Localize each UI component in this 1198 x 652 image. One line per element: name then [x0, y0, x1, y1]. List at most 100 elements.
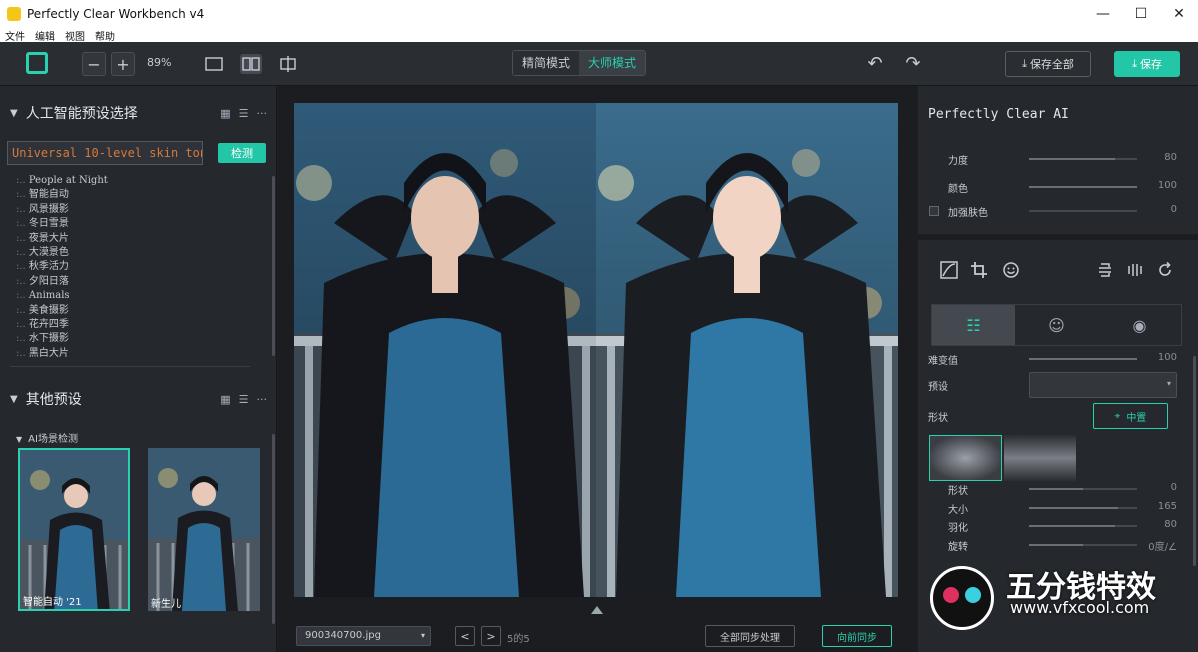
- radial-shape-option[interactable]: [929, 435, 1002, 481]
- crop-icon[interactable]: [970, 261, 988, 283]
- tab-portrait[interactable]: ☺: [1015, 305, 1098, 345]
- sync-forward-button[interactable]: 向前同步: [822, 625, 892, 647]
- other-preset-header[interactable]: ▼ 其他预设 ▦ ☰ ···: [0, 386, 277, 412]
- rotation-slider[interactable]: 旋转 0度/∠: [918, 538, 1198, 553]
- thumbnail-scrollbar[interactable]: [272, 434, 275, 624]
- after-image[interactable]: [596, 103, 898, 597]
- compare-view-icon[interactable]: [277, 54, 299, 74]
- minimize-button[interactable]: —: [1084, 0, 1122, 28]
- slider-track[interactable]: [1029, 488, 1137, 490]
- skin-tone-slider[interactable]: 加强肤色 0: [918, 204, 1198, 219]
- zoom-out-button[interactable]: −: [82, 52, 106, 76]
- tab-eye[interactable]: ◉: [1098, 305, 1181, 345]
- tree-item[interactable]: 花卉四季: [16, 318, 108, 332]
- menu-view[interactable]: 视图: [65, 28, 85, 43]
- rotate-icon[interactable]: [1156, 261, 1174, 283]
- preset-search-input[interactable]: Universal 10-level skin tone: [7, 141, 203, 165]
- single-view-icon[interactable]: [203, 54, 225, 74]
- detect-button[interactable]: 检测: [218, 143, 266, 163]
- preset-select[interactable]: [1029, 372, 1177, 398]
- tree-item[interactable]: 黑白大片: [16, 347, 108, 361]
- slider-track[interactable]: [1029, 358, 1137, 360]
- tree-item[interactable]: 大漠景色: [16, 246, 108, 260]
- split-view-icon[interactable]: [240, 54, 262, 74]
- color-slider[interactable]: 颜色 100: [918, 180, 1198, 195]
- slider-value: 0: [1170, 482, 1177, 493]
- size-slider[interactable]: 大小 165: [918, 501, 1198, 516]
- tree-item[interactable]: Animals: [16, 289, 108, 303]
- master-mode-tab[interactable]: 大师模式: [579, 51, 646, 75]
- strength-slider[interactable]: 力度 80: [918, 152, 1198, 167]
- expand-filmstrip-icon[interactable]: [591, 606, 603, 614]
- more-icon[interactable]: ···: [257, 393, 268, 406]
- before-image[interactable]: [294, 103, 596, 597]
- preset-thumbnail[interactable]: 新生儿: [148, 448, 260, 611]
- slider-track[interactable]: [1029, 525, 1137, 527]
- preset-tree: People at Night 智能自动 风景摄影 冬日雪景 夜景大片 大漠景色…: [16, 174, 108, 361]
- adjust-tabs: ☷ ☺ ◉: [931, 304, 1182, 346]
- list-view-icon[interactable]: ☰: [239, 107, 249, 120]
- redo-button[interactable]: ↷: [902, 52, 924, 74]
- slider-track[interactable]: [1029, 210, 1137, 212]
- flip-vertical-icon[interactable]: [1096, 261, 1114, 283]
- tree-item[interactable]: 冬日雪景: [16, 217, 108, 231]
- feather-slider[interactable]: 羽化 80: [918, 519, 1198, 534]
- zoom-in-button[interactable]: +: [111, 52, 135, 76]
- slider-label: 颜色: [948, 184, 968, 195]
- linear-shape-option[interactable]: [1004, 435, 1076, 481]
- grid-view-icon[interactable]: ▦: [220, 393, 230, 406]
- tree-item[interactable]: 秋季活力: [16, 260, 108, 274]
- maximize-button[interactable]: ☐: [1122, 0, 1160, 28]
- app-logo-icon: [26, 52, 48, 74]
- eye-icon: ◉: [1132, 315, 1147, 335]
- save-button[interactable]: ⤓ 保存: [1114, 51, 1180, 77]
- preset-label: 预设: [928, 382, 948, 393]
- partial-slider[interactable]: 难变值 100: [918, 352, 1198, 367]
- slider-track[interactable]: [1029, 186, 1137, 188]
- watermark: 五分钱特效 www.vfxcool.com: [918, 556, 1198, 652]
- face-icon[interactable]: [1002, 261, 1020, 283]
- tree-item[interactable]: 风景摄影: [16, 203, 108, 217]
- menu-file[interactable]: 文件: [5, 28, 25, 43]
- slider-fill: [1029, 358, 1137, 360]
- skin-tone-checkbox[interactable]: [929, 206, 939, 216]
- tree-item[interactable]: People at Night: [16, 174, 108, 188]
- prev-image-button[interactable]: <: [455, 626, 475, 646]
- simple-mode-tab[interactable]: 精简模式: [513, 51, 580, 75]
- shape-slider[interactable]: 形状 0: [918, 482, 1198, 497]
- tree-item[interactable]: 美食摄影: [16, 304, 108, 318]
- tree-item[interactable]: 智能自动: [16, 188, 108, 202]
- preset-thumbnail[interactable]: 智能自动 '21: [18, 448, 130, 611]
- slider-track[interactable]: [1029, 544, 1137, 546]
- undo-button[interactable]: ↶: [864, 52, 886, 74]
- menu-edit[interactable]: 编辑: [35, 28, 55, 43]
- next-image-button[interactable]: >: [481, 626, 501, 646]
- center-button[interactable]: ⌖ 中置: [1093, 403, 1168, 429]
- title-bar: Perfectly Clear Workbench v4 — ☐ ✕: [0, 0, 1198, 28]
- scene-detect-group[interactable]: ▼ AI场景检测: [16, 430, 78, 445]
- tree-item[interactable]: 夕阳日落: [16, 275, 108, 289]
- collapse-triangle-icon[interactable]: ▼: [10, 394, 18, 405]
- slider-track[interactable]: [1029, 158, 1137, 160]
- right-scrollbar[interactable]: [1193, 356, 1196, 566]
- tree-scrollbar[interactable]: [272, 176, 275, 356]
- watermark-logo: [930, 566, 994, 630]
- grid-view-icon[interactable]: ▦: [220, 107, 230, 120]
- menu-help[interactable]: 帮助: [95, 28, 115, 43]
- curves-icon[interactable]: [940, 261, 958, 283]
- tree-item[interactable]: 水下摄影: [16, 332, 108, 346]
- save-all-button[interactable]: ⤓ 保存全部: [1005, 51, 1091, 77]
- file-select[interactable]: 900340700.jpg: [296, 626, 431, 646]
- more-icon[interactable]: ···: [257, 107, 268, 120]
- list-view-icon[interactable]: ☰: [239, 393, 249, 406]
- collapse-triangle-icon[interactable]: ▼: [10, 108, 18, 119]
- tab-adjustments[interactable]: ☷: [932, 305, 1015, 345]
- toolbar: − + 89% 精简模式 大师模式 ↶ ↷ ⤓ 保存全部 ⤓ 保存: [0, 42, 1198, 86]
- tree-item[interactable]: 夜景大片: [16, 232, 108, 246]
- close-button[interactable]: ✕: [1160, 0, 1198, 28]
- ai-preset-header[interactable]: ▼ 人工智能预设选择 ▦ ☰ ···: [0, 100, 277, 126]
- slider-fill: [1029, 525, 1116, 527]
- sync-all-button[interactable]: 全部同步处理: [705, 625, 795, 647]
- flip-horizontal-icon[interactable]: [1126, 261, 1144, 283]
- slider-track[interactable]: [1029, 507, 1137, 509]
